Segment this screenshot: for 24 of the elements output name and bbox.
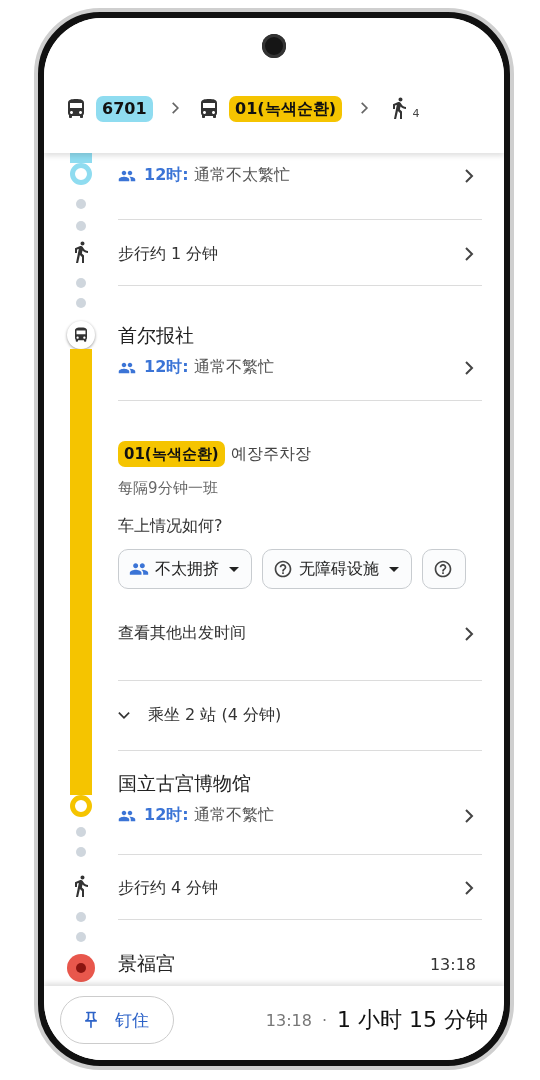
feedback-chip[interactable]: 不太拥挤 bbox=[118, 549, 252, 589]
feedback-chip[interactable]: 无障碍设施 bbox=[262, 549, 412, 589]
stop-name: 首尔报社 bbox=[118, 323, 195, 348]
walk-text: 步行约 4 分钟 bbox=[118, 877, 220, 899]
separator-dot: · bbox=[321, 1010, 327, 1030]
crowd-text: 12时: 通常不太繁忙 bbox=[144, 165, 290, 186]
walk-text: 步行约 1 分钟 bbox=[118, 243, 220, 265]
departures-link[interactable]: 查看其他出发时间 bbox=[118, 623, 464, 644]
route-badge: 01(녹색순환) bbox=[229, 96, 342, 122]
frequency-text: 每隔9分钟一班 bbox=[118, 479, 219, 498]
arrival-time: 13:18 bbox=[429, 954, 476, 974]
route-badge: 6701 bbox=[96, 96, 153, 122]
route-destination: 예장주차장 bbox=[230, 443, 311, 465]
stop-name: 国立古宫博物馆 bbox=[118, 771, 252, 796]
trip-duration: 1 小时 15 分钟 bbox=[337, 1006, 488, 1034]
pin-button[interactable]: 钉住 bbox=[60, 996, 174, 1044]
route-badge: 01(녹색순환) bbox=[118, 441, 225, 467]
crowd-text: 12时: 通常不繁忙 bbox=[144, 357, 274, 378]
walk-minutes: 4 bbox=[412, 107, 420, 120]
stops-toggle[interactable]: 乘坐 2 站 (4 分钟) bbox=[118, 705, 482, 726]
crowd-text: 12时: 通常不繁忙 bbox=[144, 805, 274, 826]
stop-name: 景福宫 bbox=[118, 951, 176, 976]
arrival-time: 13:18 bbox=[265, 1010, 312, 1030]
question-text: 车上情况如何? bbox=[118, 516, 224, 537]
